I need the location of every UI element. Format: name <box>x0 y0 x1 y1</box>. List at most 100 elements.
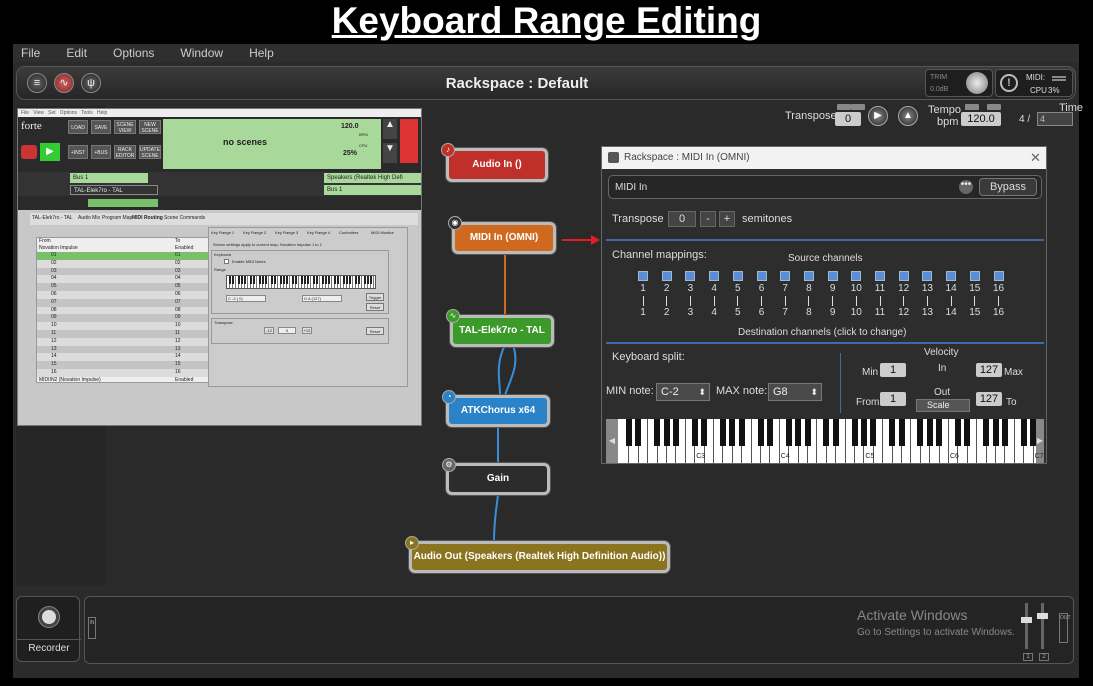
forte-key-range-tab[interactable]: Key Range 4 <box>307 230 330 235</box>
forte-list-row[interactable]: 01 01 <box>37 252 211 260</box>
piano-black-key[interactable] <box>767 419 773 446</box>
destination-channel-number[interactable]: 16 <box>992 307 1006 319</box>
piano-black-key[interactable] <box>1020 419 1027 446</box>
forte-play-icon[interactable]: ▶ <box>40 143 60 161</box>
forte-list-row[interactable]: 03 03 <box>37 267 211 276</box>
destination-channel-number[interactable]: 4 <box>707 307 721 319</box>
forte-range-low[interactable]: C -2 ( 0) <box>226 295 266 302</box>
destination-channel-number[interactable]: 12 <box>897 307 911 319</box>
forte-tab-5[interactable]: Scene Commands <box>164 215 205 221</box>
forte-transpose-minus[interactable]: -12 <box>264 327 274 334</box>
transpose-plus-button[interactable]: + <box>719 211 735 227</box>
channel-checkbox[interactable] <box>780 271 791 281</box>
max-note-select[interactable]: G8 ⬍ <box>768 383 822 401</box>
more-options-icon[interactable]: ••• <box>959 180 973 194</box>
forte-key-range-tab[interactable]: Key Range 3 <box>275 230 298 235</box>
piano-black-key[interactable] <box>870 419 877 446</box>
close-icon[interactable]: ✕ <box>1030 150 1041 166</box>
channel-checkbox[interactable] <box>732 271 743 281</box>
forte-key-range-tab[interactable]: Key Range 1 <box>211 230 234 235</box>
piano-black-key[interactable] <box>626 419 632 446</box>
channel-checkbox[interactable] <box>993 271 1004 281</box>
piano-black-key[interactable] <box>926 419 933 446</box>
channel-checkbox[interactable] <box>685 271 696 281</box>
forte-list-row[interactable]: 12 12 <box>37 337 211 346</box>
channel-checkbox[interactable] <box>638 271 648 281</box>
piano-black-key[interactable] <box>851 419 858 446</box>
velocity-to-value[interactable]: 127 <box>976 392 1002 406</box>
velocity-min-value[interactable]: 1 <box>880 363 906 377</box>
piano-black-key[interactable] <box>738 419 745 446</box>
forte-list-row[interactable]: 11 11 <box>37 330 211 338</box>
forte-update-scene-button[interactable]: UPDATE SCENE <box>139 145 161 159</box>
forte-reset-button[interactable]: Reset <box>366 303 384 311</box>
channel-checkbox[interactable] <box>875 271 885 281</box>
forte-list-row[interactable]: 09 09 <box>37 314 211 323</box>
forte-key-range-tab[interactable]: Key Range 2 <box>243 230 266 235</box>
piano-black-key[interactable] <box>964 419 971 446</box>
forte-list-row[interactable]: 06 06 <box>37 291 211 299</box>
forte-list-row[interactable]: 15 15 <box>37 361 211 369</box>
destination-channel-number[interactable]: 10 <box>849 307 863 319</box>
piano-black-key[interactable] <box>861 419 867 446</box>
destination-channel-number[interactable]: 15 <box>968 307 982 319</box>
forte-key-range-tab[interactable]: Controllers <box>339 230 358 235</box>
destination-channel-number[interactable]: 2 <box>660 307 674 319</box>
channel-checkbox[interactable] <box>709 271 720 281</box>
atkchorus-node[interactable]: ATKChorus x64 <box>446 395 550 427</box>
forte-bus-output-1[interactable]: Speakers (Realtek High Defi <box>324 173 421 183</box>
forte-add-inst-button[interactable]: +INST <box>68 145 88 159</box>
destination-channel-number[interactable]: 14 <box>944 307 958 319</box>
forte-add-bus-button[interactable]: +BUS <box>91 145 111 159</box>
velocity-from-value[interactable]: 1 <box>880 392 906 406</box>
piano-black-key[interactable] <box>832 419 839 446</box>
channel-checkbox[interactable] <box>851 271 862 281</box>
channel-checkbox[interactable] <box>827 271 838 281</box>
piano-scroll-left-icon[interactable]: ◀ <box>606 419 618 463</box>
piano-black-key[interactable] <box>757 419 764 446</box>
forte-list-row[interactable]: 16 16 <box>37 369 211 377</box>
piano-black-key[interactable] <box>804 419 811 446</box>
midi-in-node[interactable]: MIDI In (OMNI) <box>452 222 556 254</box>
forte-bus-fader[interactable] <box>88 199 158 207</box>
forte-list-row[interactable]: 02 02 <box>37 259 211 268</box>
piano-black-key[interactable] <box>823 419 830 446</box>
forte-record-icon[interactable] <box>21 145 37 159</box>
destination-channel-number[interactable]: 1 <box>636 307 650 319</box>
piano-black-key[interactable] <box>635 419 642 446</box>
forte-list-row[interactable]: 05 05 <box>37 283 211 291</box>
forte-list-row[interactable]: 13 13 <box>37 345 211 354</box>
piano-black-key[interactable] <box>729 419 736 446</box>
piano-black-key[interactable] <box>673 419 679 446</box>
forte-scene-up-icon[interactable]: ▲ <box>383 119 397 139</box>
destination-channel-number[interactable]: 11 <box>873 307 887 319</box>
forte-scene-down-icon[interactable]: ▼ <box>383 143 397 163</box>
forte-transpose-plus[interactable]: +12 <box>302 327 312 334</box>
channel-checkbox[interactable] <box>756 271 767 281</box>
destination-channel-number[interactable]: 13 <box>920 307 934 319</box>
channel-checkbox[interactable] <box>661 271 672 281</box>
tal-elek7ro-node[interactable]: TAL-Elek7ro - TAL <box>450 315 554 347</box>
piano-black-key[interactable] <box>654 419 661 446</box>
destination-channel-number[interactable]: 8 <box>802 307 816 319</box>
destination-channel-number[interactable]: 7 <box>778 307 792 319</box>
forte-tab-2[interactable]: Audio Mix <box>78 215 100 221</box>
forte-bus-row-1[interactable]: Bus 1 <box>70 173 148 183</box>
forte-tab-4[interactable]: MIDI Routing <box>132 215 163 221</box>
forte-list-row[interactable]: 14 14 <box>37 353 211 362</box>
forte-list-parent[interactable]: Novation Impulse <box>39 245 78 251</box>
forte-save-button[interactable]: SAVE <box>91 120 111 134</box>
keyboard-range-piano[interactable]: ◀ ▶ C3 C4 C5 C6 C7 <box>606 419 1044 463</box>
forte-tab-3[interactable]: Program Map <box>102 215 132 221</box>
audio-in-node[interactable]: Audio In () <box>446 148 548 182</box>
piano-black-key[interactable] <box>983 419 990 446</box>
transpose-value[interactable]: 0 <box>668 211 696 227</box>
forte-key-range-tab[interactable]: MIDI Monitor <box>371 230 394 235</box>
piano-black-key[interactable] <box>795 419 802 446</box>
piano-black-key[interactable] <box>936 419 943 446</box>
piano-black-key[interactable] <box>691 419 698 446</box>
destination-channel-number[interactable]: 9 <box>826 307 840 319</box>
velocity-max-value[interactable]: 127 <box>976 363 1002 377</box>
piano-black-key[interactable] <box>1002 419 1008 446</box>
forte-range-high[interactable]: G 8 (127) <box>302 295 342 302</box>
